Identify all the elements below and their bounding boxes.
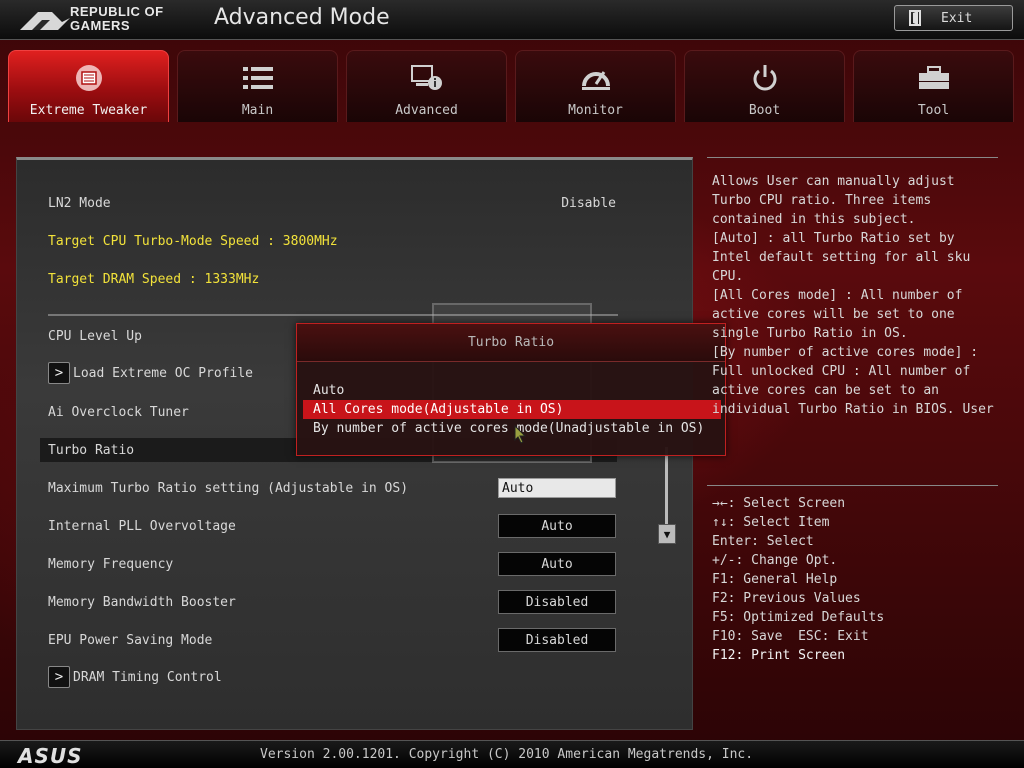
submenu-arrow-icon: > xyxy=(48,362,70,384)
target-dram-speed: Target DRAM Speed : 1333MHz xyxy=(48,271,260,287)
tab-label: Boot xyxy=(748,103,781,118)
pll-overvoltage-label: Internal PLL Overvoltage xyxy=(48,518,236,534)
submenu-arrow-icon: > xyxy=(48,666,70,688)
tab-label: Tool xyxy=(917,103,950,118)
help-divider-middle xyxy=(707,485,998,486)
list-icon xyxy=(241,61,275,95)
exit-button[interactable]: Exit xyxy=(894,5,1013,31)
max-turbo-row: Maximum Turbo Ratio setting (Adjustable … xyxy=(48,477,616,499)
version-text: Version 2.00.1201. Copyright (C) 2010 Am… xyxy=(260,747,754,762)
tab-advanced[interactable]: Advanced xyxy=(346,50,507,122)
dropdown-title: Turbo Ratio xyxy=(297,324,725,362)
scrollbar-track[interactable] xyxy=(665,447,668,527)
gauge-icon xyxy=(579,61,613,95)
key-hint: F12: Print Screen xyxy=(712,648,846,663)
turbo-ratio-dropdown: Turbo Ratio Auto All Cores mode(Adjustab… xyxy=(296,323,726,456)
key-hint: →←: Select Screen xyxy=(712,496,846,511)
tab-label: Main xyxy=(241,103,274,118)
advanced-info-icon xyxy=(410,61,444,95)
memory-bandwidth-row: Memory Bandwidth Booster Disabled xyxy=(48,590,616,614)
target-cpu-row: Target CPU Turbo-Mode Speed : 3800MHz xyxy=(48,230,616,252)
dram-timing-row[interactable]: > DRAM Timing Control xyxy=(48,666,616,688)
help-description: Allows User can manually adjust Turbo CP… xyxy=(712,174,994,417)
mouse-cursor-icon xyxy=(514,425,527,444)
target-cpu-speed: Target CPU Turbo-Mode Speed : 3800MHz xyxy=(48,233,338,249)
ai-overclock-label: Ai Overclock Tuner xyxy=(48,404,189,420)
tweaker-chip-icon xyxy=(72,61,106,95)
tab-boot[interactable]: Boot xyxy=(684,50,845,122)
brand-line-1: REPUBLIC OF xyxy=(70,4,164,19)
exit-label: Exit xyxy=(941,10,973,26)
scroll-down-arrow-icon[interactable]: ▼ xyxy=(658,524,676,544)
memory-frequency-label: Memory Frequency xyxy=(48,556,174,572)
key-hint: F5: Optimized Defaults xyxy=(712,610,885,625)
ln2-mode-row: LN2 Mode Disable xyxy=(48,192,616,214)
tab-main[interactable]: Main xyxy=(177,50,338,122)
key-hint: +/-: Change Opt. xyxy=(712,553,838,568)
brand-line-2: GAMERS xyxy=(70,18,131,33)
key-hint: F1: General Help xyxy=(712,572,838,587)
dropdown-option-auto[interactable]: Auto xyxy=(303,381,721,400)
dropdown-option-all-cores[interactable]: All Cores mode(Adjustable in OS) xyxy=(303,400,721,419)
pll-overvoltage-row: Internal PLL Overvoltage Auto xyxy=(48,514,616,538)
tab-extreme-tweaker[interactable]: Extreme Tweaker xyxy=(8,50,169,122)
exit-door-icon xyxy=(909,10,921,26)
ln2-mode-value: Disable xyxy=(561,195,616,211)
help-divider-top xyxy=(707,157,998,158)
load-extreme-oc-label: Load Extreme OC Profile xyxy=(73,365,254,381)
key-legend: →←: Select Screen ↑↓: Select Item Enter:… xyxy=(712,494,884,665)
key-hint: F2: Previous Values xyxy=(712,591,861,606)
tab-tool[interactable]: Tool xyxy=(853,50,1014,122)
rog-brand-text: REPUBLIC OF GAMERS xyxy=(70,5,164,33)
tab-bar: Extreme Tweaker Main Advanced Monitor Bo… xyxy=(0,40,1024,122)
epu-power-label: EPU Power Saving Mode xyxy=(48,632,213,648)
max-turbo-label: Maximum Turbo Ratio setting (Adjustable … xyxy=(48,480,409,496)
asus-logo: ASUS xyxy=(18,744,83,768)
ln2-mode-label: LN2 Mode xyxy=(48,195,111,211)
key-hint: Enter: Select xyxy=(712,534,814,549)
pll-overvoltage-value[interactable]: Auto xyxy=(498,514,616,538)
tab-label: Monitor xyxy=(568,103,623,118)
power-icon xyxy=(748,61,782,95)
page-title: Advanced Mode xyxy=(214,5,390,30)
tab-label: Extreme Tweaker xyxy=(29,103,148,118)
dropdown-option-by-active-cores[interactable]: By number of active cores mode(Unadjusta… xyxy=(303,419,721,438)
memory-frequency-value[interactable]: Auto xyxy=(498,552,616,576)
max-turbo-input[interactable]: Auto xyxy=(498,478,616,498)
tab-label: Advanced xyxy=(395,103,458,118)
memory-bandwidth-value[interactable]: Disabled xyxy=(498,590,616,614)
key-hint: F10: Save ESC: Exit xyxy=(712,629,869,644)
target-dram-row: Target DRAM Speed : 1333MHz xyxy=(48,268,616,290)
cpu-level-up-label: CPU Level Up xyxy=(48,328,142,344)
turbo-ratio-label: Turbo Ratio xyxy=(48,442,135,458)
key-hint: ↑↓: Select Item xyxy=(712,515,830,530)
epu-power-row: EPU Power Saving Mode Disabled xyxy=(48,628,616,652)
memory-bandwidth-label: Memory Bandwidth Booster xyxy=(48,594,236,610)
epu-power-value[interactable]: Disabled xyxy=(498,628,616,652)
dram-timing-label: DRAM Timing Control xyxy=(73,669,222,685)
memory-frequency-row: Memory Frequency Auto xyxy=(48,552,616,576)
toolbox-icon xyxy=(917,61,951,95)
tab-monitor[interactable]: Monitor xyxy=(515,50,676,122)
